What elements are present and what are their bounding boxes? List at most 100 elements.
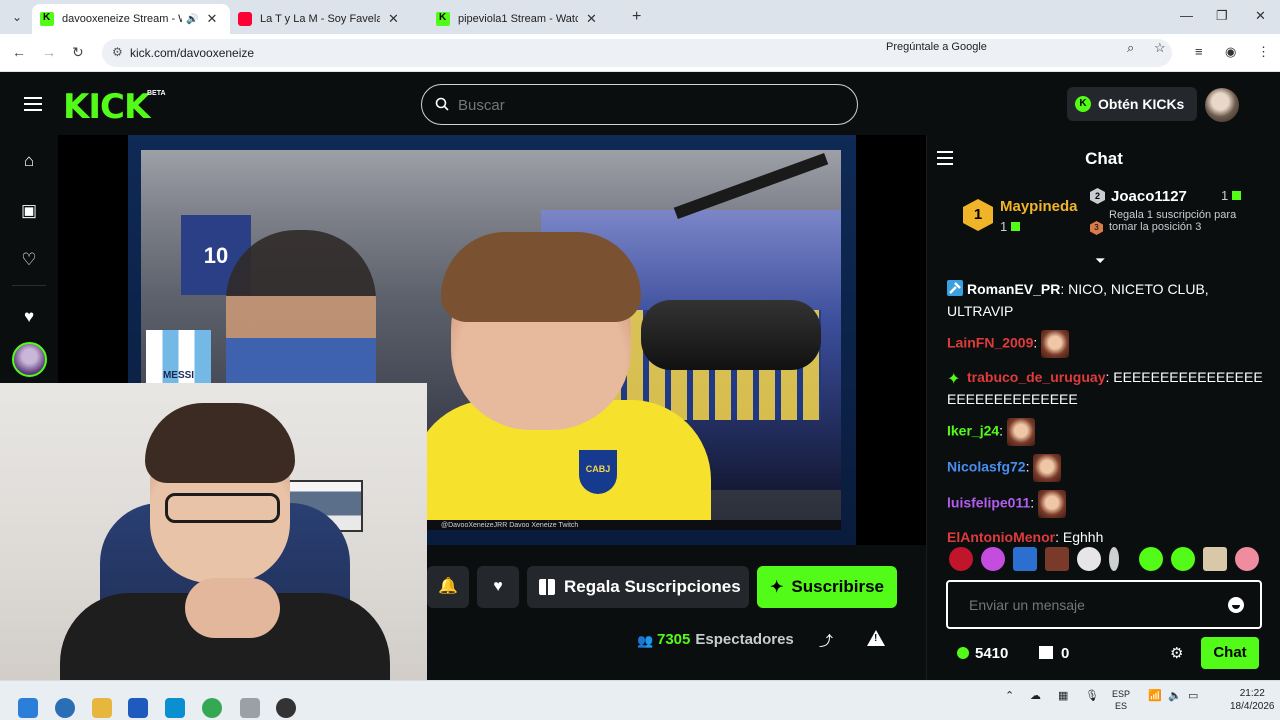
rank-2-name[interactable]: Joaco1127 <box>1111 188 1187 205</box>
store-counter[interactable]: 0 <box>1039 645 1069 662</box>
hamburger-menu-icon[interactable] <box>24 97 42 111</box>
emote-purple[interactable] <box>981 547 1005 571</box>
tray-overflow-icon[interactable]: ⌃ <box>1005 689 1014 702</box>
reload-icon[interactable]: ↻ <box>72 44 84 61</box>
emote-car[interactable] <box>1013 547 1037 571</box>
share-icon[interactable]: ⤴ <box>819 631 833 651</box>
following-heart-icon[interactable]: ♡ <box>19 250 39 270</box>
emote-person[interactable] <box>1203 547 1227 571</box>
follow-heart-button[interactable]: ♥ <box>477 566 519 608</box>
emote-feather[interactable] <box>1109 547 1119 571</box>
tab-close-icon[interactable]: ✕ <box>586 11 597 27</box>
wifi-icon[interactable]: 📶 <box>1148 689 1162 702</box>
tab-search-icon[interactable]: ⌄ <box>8 8 26 26</box>
minimize-icon[interactable]: — <box>1180 8 1193 23</box>
back-icon[interactable]: ← <box>12 44 26 60</box>
gift-subs-button[interactable]: Regala Suscripciones <box>527 566 749 608</box>
battery-icon[interactable]: ▭ <box>1188 689 1198 702</box>
expand-pinned-icon[interactable]: ⏷ <box>1095 253 1105 269</box>
gift-icon <box>539 579 555 595</box>
tab-title: pipeviola1 Stream - Watch Live <box>458 13 578 25</box>
chat-username[interactable]: Iker_j24 <box>947 423 999 439</box>
tab-soy-favela[interactable]: La T y La M - Soy Favela (Letra) ✕ <box>230 4 428 34</box>
channel-points[interactable]: 5410 <box>957 645 1008 662</box>
rank-2-count-value: 1 <box>1221 188 1229 203</box>
window-close-icon[interactable]: ✕ <box>1255 8 1266 24</box>
crest-label: CABJ <box>585 464 611 474</box>
viewer-glasses <box>165 493 280 523</box>
app-tray-icon[interactable]: ▦ <box>1058 689 1068 702</box>
home-icon[interactable]: ⌂ <box>19 151 39 171</box>
browser-menu-icon[interactable]: ⋮ <box>1257 44 1270 60</box>
send-chat-button[interactable]: Chat <box>1201 637 1259 669</box>
url-field[interactable]: ⚙ kick.com/davooxeneize <box>102 39 1172 67</box>
chat-message-input[interactable] <box>969 594 1229 616</box>
tab-title: davooxeneize Stream - Watch Live <box>62 13 182 25</box>
emote-green-blob[interactable] <box>1139 547 1163 571</box>
tab-davooxeneize[interactable]: davooxeneize Stream - Watch Live 🔊 ✕ <box>32 4 230 34</box>
file-explorer-icon[interactable] <box>92 698 112 718</box>
site-info-icon[interactable]: ⚙ <box>112 45 123 59</box>
rank-1-name[interactable]: Maypineda <box>1000 198 1078 215</box>
edge-icon[interactable] <box>55 698 75 718</box>
cloud-icon[interactable]: ☁ <box>1030 689 1041 702</box>
chat-username[interactable]: Nicolasfg72 <box>947 459 1026 475</box>
chat-settings-icon[interactable]: ⚙ <box>1170 644 1183 662</box>
get-kicks-button[interactable]: K Obtén KICKs <box>1067 87 1197 121</box>
youtube-favicon-icon <box>238 12 252 26</box>
emoji-picker-icon[interactable] <box>1228 597 1244 613</box>
media-control-icon[interactable]: ≡ <box>1195 44 1203 59</box>
emote-cat[interactable] <box>1077 547 1101 571</box>
chat-footer: 5410 0 ⚙ Chat <box>927 637 1280 677</box>
new-tab-icon[interactable]: + <box>632 8 641 26</box>
emote-patrick[interactable] <box>1235 547 1259 571</box>
followed-heart-icon[interactable]: ♥ <box>19 307 39 327</box>
word-icon[interactable] <box>128 698 148 718</box>
ask-google-button[interactable]: Pregúntale a Google <box>886 41 987 53</box>
chat-username[interactable]: ElAntonioMenor <box>947 529 1055 545</box>
app-icon[interactable] <box>240 698 260 718</box>
obs-icon[interactable] <box>276 698 296 718</box>
boca-crest: CABJ <box>579 450 617 494</box>
store-app-icon[interactable] <box>165 698 185 718</box>
sub-gift-icon <box>1232 191 1242 200</box>
tab-close-icon[interactable]: ✕ <box>206 11 217 27</box>
tab-title: La T y La M - Soy Favela (Letra) <box>260 13 380 25</box>
bookmark-star-icon[interactable]: ☆ <box>1154 40 1166 56</box>
subscribe-button[interactable]: ✦ Suscribirse <box>757 566 897 608</box>
report-warning-icon[interactable] <box>867 630 885 646</box>
viewer-number: 7305 <box>657 631 691 648</box>
start-icon[interactable] <box>18 698 38 718</box>
emote-green-smile[interactable] <box>1171 547 1195 571</box>
emote-heart[interactable] <box>949 547 973 571</box>
chat-username[interactable]: trabuco_de_uruguay <box>967 369 1105 385</box>
chat-message: RomanEV_PR: NICO, NICETO CLUB, ULTRAVIP <box>947 280 1209 319</box>
emote-quick-bar <box>949 547 1259 573</box>
forward-icon[interactable]: → <box>42 44 56 60</box>
chat-username[interactable]: LainFN_2009 <box>947 335 1033 351</box>
profile-icon[interactable]: ◉ <box>1225 44 1236 60</box>
speaker-icon[interactable]: 🔊 <box>186 14 198 25</box>
volume-icon[interactable]: 🔈 <box>1168 689 1182 702</box>
language-indicator[interactable]: ESP ES <box>1112 688 1130 712</box>
browse-icon[interactable]: ▣ <box>19 201 39 221</box>
kick-logo[interactable]: KICK <box>63 87 150 127</box>
emote-face[interactable] <box>1045 547 1069 571</box>
zoom-icon[interactable]: ⌕ <box>1127 40 1134 56</box>
chat-input-box[interactable] <box>946 580 1262 629</box>
tab-close-icon[interactable]: ✕ <box>388 11 399 27</box>
clock[interactable]: 21:22 18/4/2026 <box>1230 687 1275 713</box>
maximize-icon[interactable]: ❐ <box>1216 8 1228 24</box>
mic-icon[interactable]: 🎙 <box>1085 689 1099 702</box>
notification-bell-button[interactable]: 🔔 <box>427 566 469 608</box>
search-input[interactable] <box>458 94 838 116</box>
tab-pipeviola1[interactable]: pipeviola1 Stream - Watch Live ✕ <box>428 4 626 34</box>
user-avatar[interactable] <box>1205 88 1239 122</box>
chat-messages: RomanEV_PR: NICO, NICETO CLUB, ULTRAVIP … <box>947 278 1267 556</box>
chrome-icon[interactable] <box>202 698 222 718</box>
search-bar[interactable] <box>421 84 858 125</box>
rank-3-number: 3 <box>1094 223 1099 232</box>
followed-channel-avatar[interactable] <box>12 342 47 377</box>
chat-username[interactable]: luisfelipe011 <box>947 495 1030 511</box>
chat-username[interactable]: RomanEV_PR <box>967 281 1060 297</box>
